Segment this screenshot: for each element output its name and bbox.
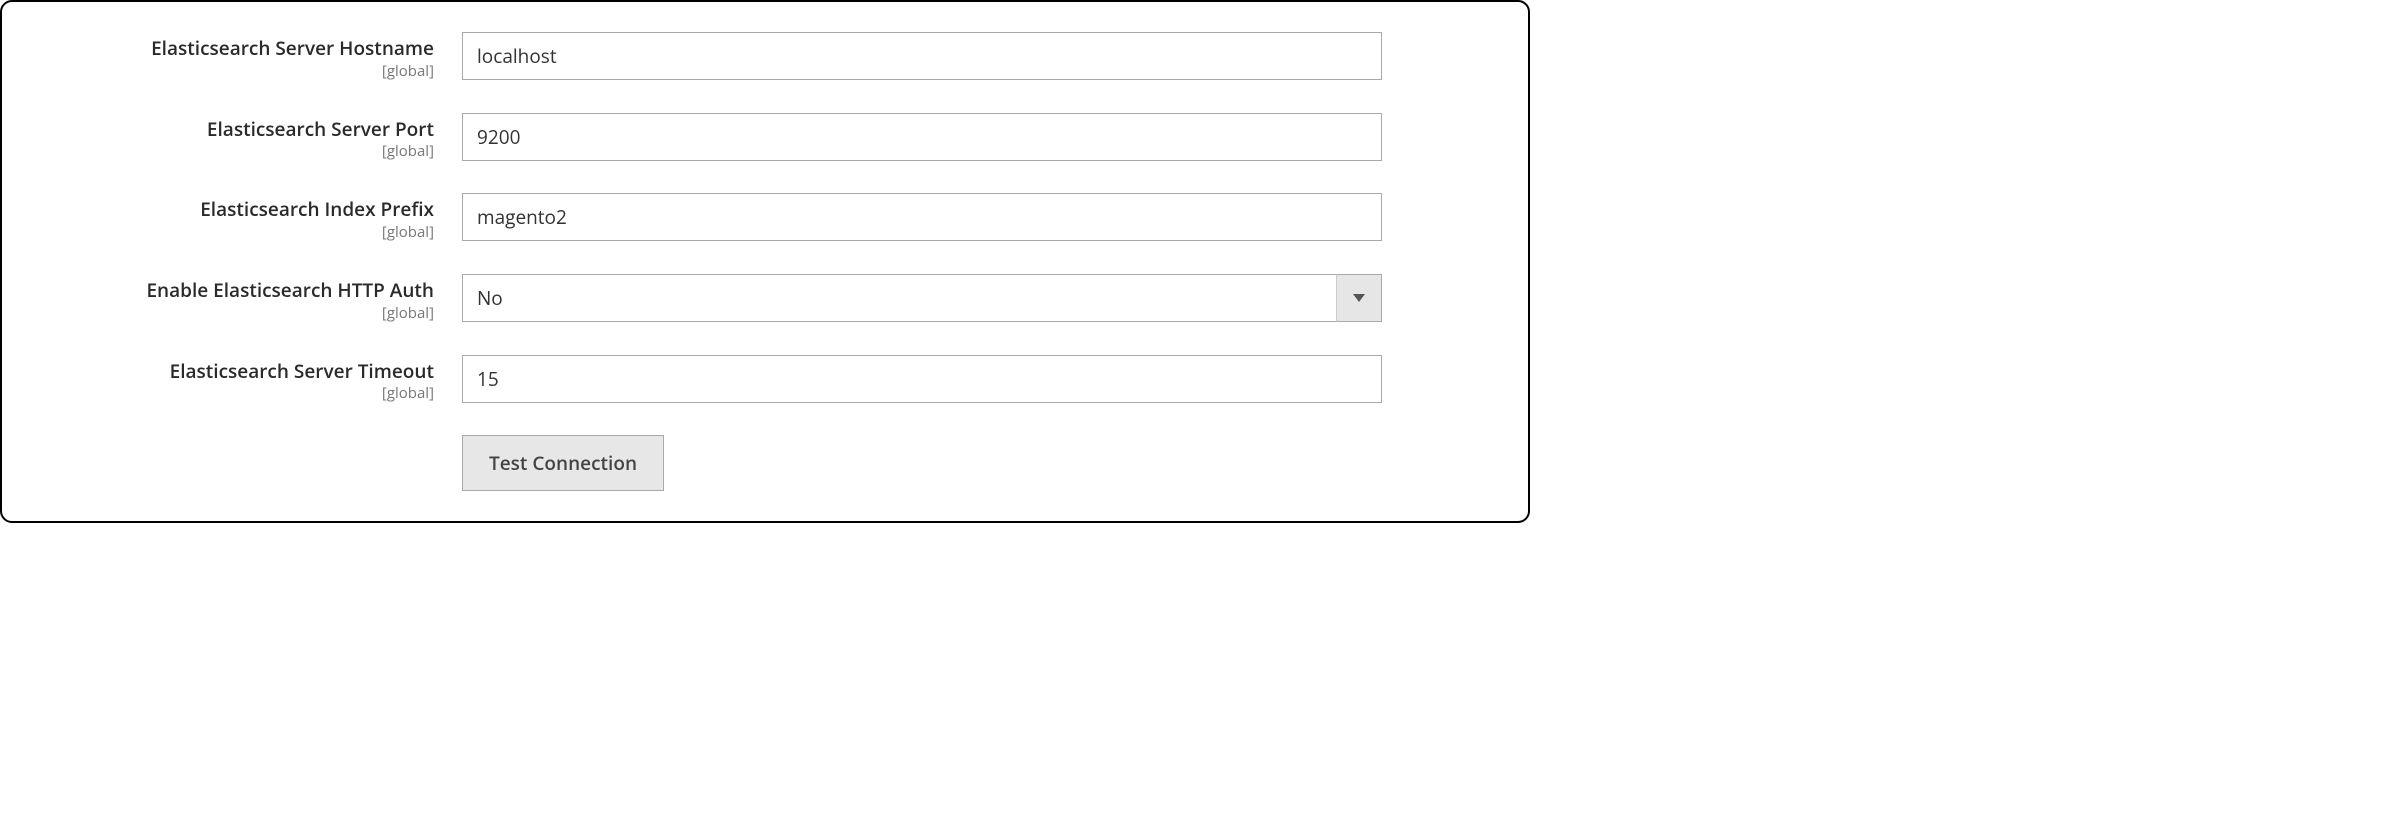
label-hostname: Elasticsearch Server Hostname bbox=[32, 36, 434, 61]
input-hostname[interactable] bbox=[462, 32, 1382, 80]
label-cell-http-auth: Enable Elasticsearch HTTP Auth [global] bbox=[32, 274, 462, 323]
label-port: Elasticsearch Server Port bbox=[32, 117, 434, 142]
label-cell-timeout: Elasticsearch Server Timeout [global] bbox=[32, 355, 462, 404]
field-cell-http-auth: No bbox=[462, 274, 1382, 322]
scope-index-prefix: [global] bbox=[32, 222, 434, 242]
scope-port: [global] bbox=[32, 141, 434, 161]
row-hostname: Elasticsearch Server Hostname [global] bbox=[32, 32, 1498, 81]
row-http-auth: Enable Elasticsearch HTTP Auth [global] … bbox=[32, 274, 1498, 323]
label-cell-empty bbox=[32, 435, 462, 491]
field-cell-test-connection: Test Connection bbox=[462, 435, 1382, 491]
field-cell-hostname bbox=[462, 32, 1382, 80]
input-timeout[interactable] bbox=[462, 355, 1382, 403]
input-index-prefix[interactable] bbox=[462, 193, 1382, 241]
row-timeout: Elasticsearch Server Timeout [global] bbox=[32, 355, 1498, 404]
scope-http-auth: [global] bbox=[32, 303, 434, 323]
label-timeout: Elasticsearch Server Timeout bbox=[32, 359, 434, 384]
label-cell-index-prefix: Elasticsearch Index Prefix [global] bbox=[32, 193, 462, 242]
row-port: Elasticsearch Server Port [global] bbox=[32, 113, 1498, 162]
field-cell-timeout bbox=[462, 355, 1382, 403]
field-cell-index-prefix bbox=[462, 193, 1382, 241]
test-connection-button[interactable]: Test Connection bbox=[462, 435, 664, 491]
scope-timeout: [global] bbox=[32, 383, 434, 403]
select-wrap-http-auth: No bbox=[462, 274, 1382, 322]
field-cell-port bbox=[462, 113, 1382, 161]
select-http-auth[interactable]: No bbox=[462, 274, 1382, 322]
row-index-prefix: Elasticsearch Index Prefix [global] bbox=[32, 193, 1498, 242]
config-panel: Elasticsearch Server Hostname [global] E… bbox=[0, 0, 1530, 523]
input-port[interactable] bbox=[462, 113, 1382, 161]
label-cell-port: Elasticsearch Server Port [global] bbox=[32, 113, 462, 162]
label-index-prefix: Elasticsearch Index Prefix bbox=[32, 197, 434, 222]
label-cell-hostname: Elasticsearch Server Hostname [global] bbox=[32, 32, 462, 81]
scope-hostname: [global] bbox=[32, 61, 434, 81]
row-test-connection: Test Connection bbox=[32, 435, 1498, 491]
label-http-auth: Enable Elasticsearch HTTP Auth bbox=[32, 278, 434, 303]
